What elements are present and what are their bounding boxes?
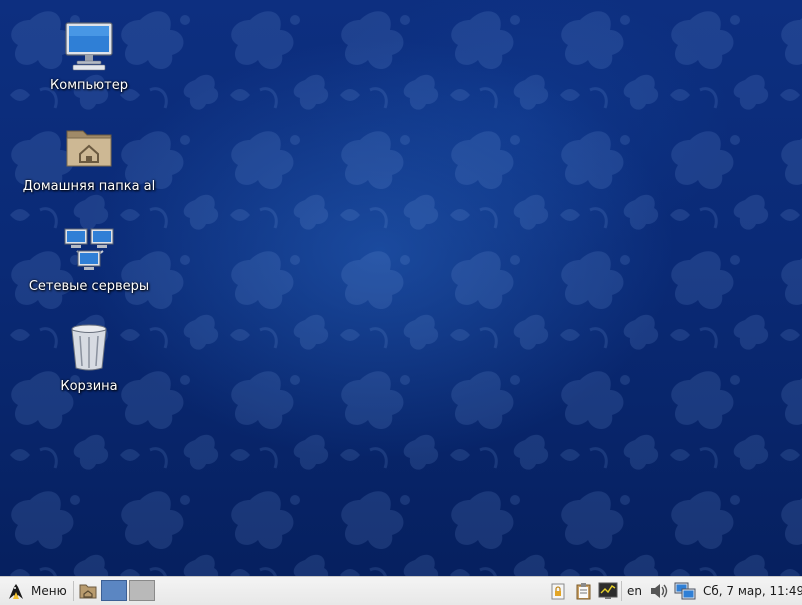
- separator: [73, 581, 74, 601]
- desktop-icon-trash[interactable]: Корзина: [9, 321, 169, 394]
- separator: [621, 581, 622, 601]
- file-manager-launcher[interactable]: [77, 577, 99, 605]
- desktop-icon-label: Корзина: [60, 379, 118, 394]
- clock[interactable]: Сб, 7 мар, 11:49: [703, 577, 802, 605]
- desktop-icon-home-folder[interactable]: Домашняя папка al: [9, 121, 169, 194]
- trash-icon: [71, 324, 107, 371]
- computer-icon: [65, 22, 113, 71]
- workspace-1[interactable]: [101, 580, 127, 601]
- network-icon: [674, 582, 696, 600]
- desktop-icon-computer[interactable]: Компьютер: [9, 20, 169, 93]
- keyboard-layout-indicator[interactable]: en: [627, 577, 642, 605]
- workspace-pager: [101, 579, 155, 602]
- desktop-icon-label: Компьютер: [50, 78, 128, 93]
- screen-lock-icon: [551, 583, 565, 600]
- menu-button[interactable]: Меню: [2, 577, 71, 605]
- linux-mascot-icon: [9, 584, 23, 599]
- volume-button[interactable]: [648, 577, 670, 605]
- clipboard-icon: [576, 583, 591, 600]
- file-manager-icon: [79, 584, 97, 599]
- volume-icon: [651, 584, 668, 598]
- taskbar: Меню en Сб, 7 мар, 11:49: [0, 576, 802, 605]
- home-folder-icon: [66, 130, 112, 167]
- desktop[interactable]: Компьютер Домашняя папка al Сетевые серв…: [0, 0, 802, 576]
- desktop-icon-label: Домашняя папка al: [22, 179, 156, 194]
- system-monitor-button[interactable]: [597, 577, 619, 605]
- network-servers-icon: [64, 228, 114, 270]
- workspace-2[interactable]: [129, 580, 155, 601]
- desktop-icon-label: Сетевые серверы: [28, 279, 150, 294]
- screen-lock-button[interactable]: [548, 577, 568, 605]
- clipboard-button[interactable]: [573, 577, 595, 605]
- network-button[interactable]: [673, 577, 697, 605]
- system-monitor-icon: [598, 582, 618, 599]
- desktop-icon-network-servers[interactable]: Сетевые серверы: [9, 221, 169, 294]
- menu-label: Меню: [31, 584, 67, 598]
